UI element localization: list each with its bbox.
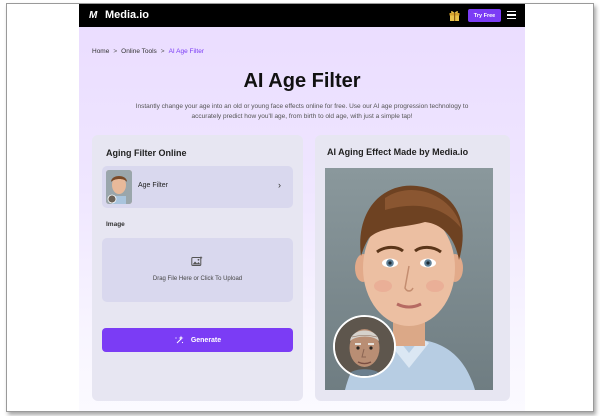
- breadcrumb: Home > Online Tools > AI Age Filter: [92, 48, 204, 55]
- breadcrumb-separator: >: [113, 48, 118, 55]
- aging-filter-card: Aging Filter Online Age Filter › Image D…: [92, 135, 303, 401]
- age-filter-thumbnail: [106, 170, 132, 204]
- generate-button[interactable]: Generate: [102, 328, 293, 352]
- upload-instruction: Drag File Here or Click To Upload: [152, 276, 243, 282]
- top-nav-bar: M Media.io Try Free: [79, 4, 525, 27]
- aging-effect-heading: AI Aging Effect Made by Media.io: [327, 147, 469, 157]
- gift-icon[interactable]: [448, 9, 461, 22]
- logo-icon[interactable]: M: [89, 10, 101, 21]
- image-upload-icon: [191, 256, 203, 266]
- age-filter-label: Age Filter: [138, 182, 168, 189]
- page-title: AI Age Filter: [243, 70, 361, 92]
- breadcrumb-home[interactable]: Home: [92, 48, 109, 55]
- web-page: M Media.io Try Free Home > Online Tools …: [79, 4, 525, 411]
- chevron-right-icon: ›: [278, 180, 281, 190]
- generate-label: Generate: [190, 336, 222, 344]
- age-filter-selector[interactable]: Age Filter ›: [102, 166, 293, 208]
- page-subtitle: Instantly change your age into an old or…: [135, 103, 469, 120]
- sparkle-icon: [175, 335, 184, 344]
- aging-effect-card: AI Aging Effect Made by Media.io: [315, 135, 510, 401]
- hamburger-icon[interactable]: [507, 11, 516, 20]
- breadcrumb-online-tools[interactable]: Online Tools: [121, 48, 157, 55]
- breadcrumb-current: AI Age Filter: [168, 48, 204, 55]
- aging-filter-heading: Aging Filter Online: [106, 148, 187, 158]
- breadcrumb-separator: >: [160, 48, 165, 55]
- try-free-button[interactable]: Try Free: [468, 9, 501, 22]
- logo-text[interactable]: Media.io: [105, 9, 149, 22]
- image-label: Image: [106, 221, 125, 228]
- screenshot-frame: M Media.io Try Free Home > Online Tools …: [6, 3, 594, 412]
- upload-dropzone[interactable]: Drag File Here or Click To Upload: [102, 238, 293, 302]
- aged-result-thumbnail[interactable]: [333, 315, 396, 378]
